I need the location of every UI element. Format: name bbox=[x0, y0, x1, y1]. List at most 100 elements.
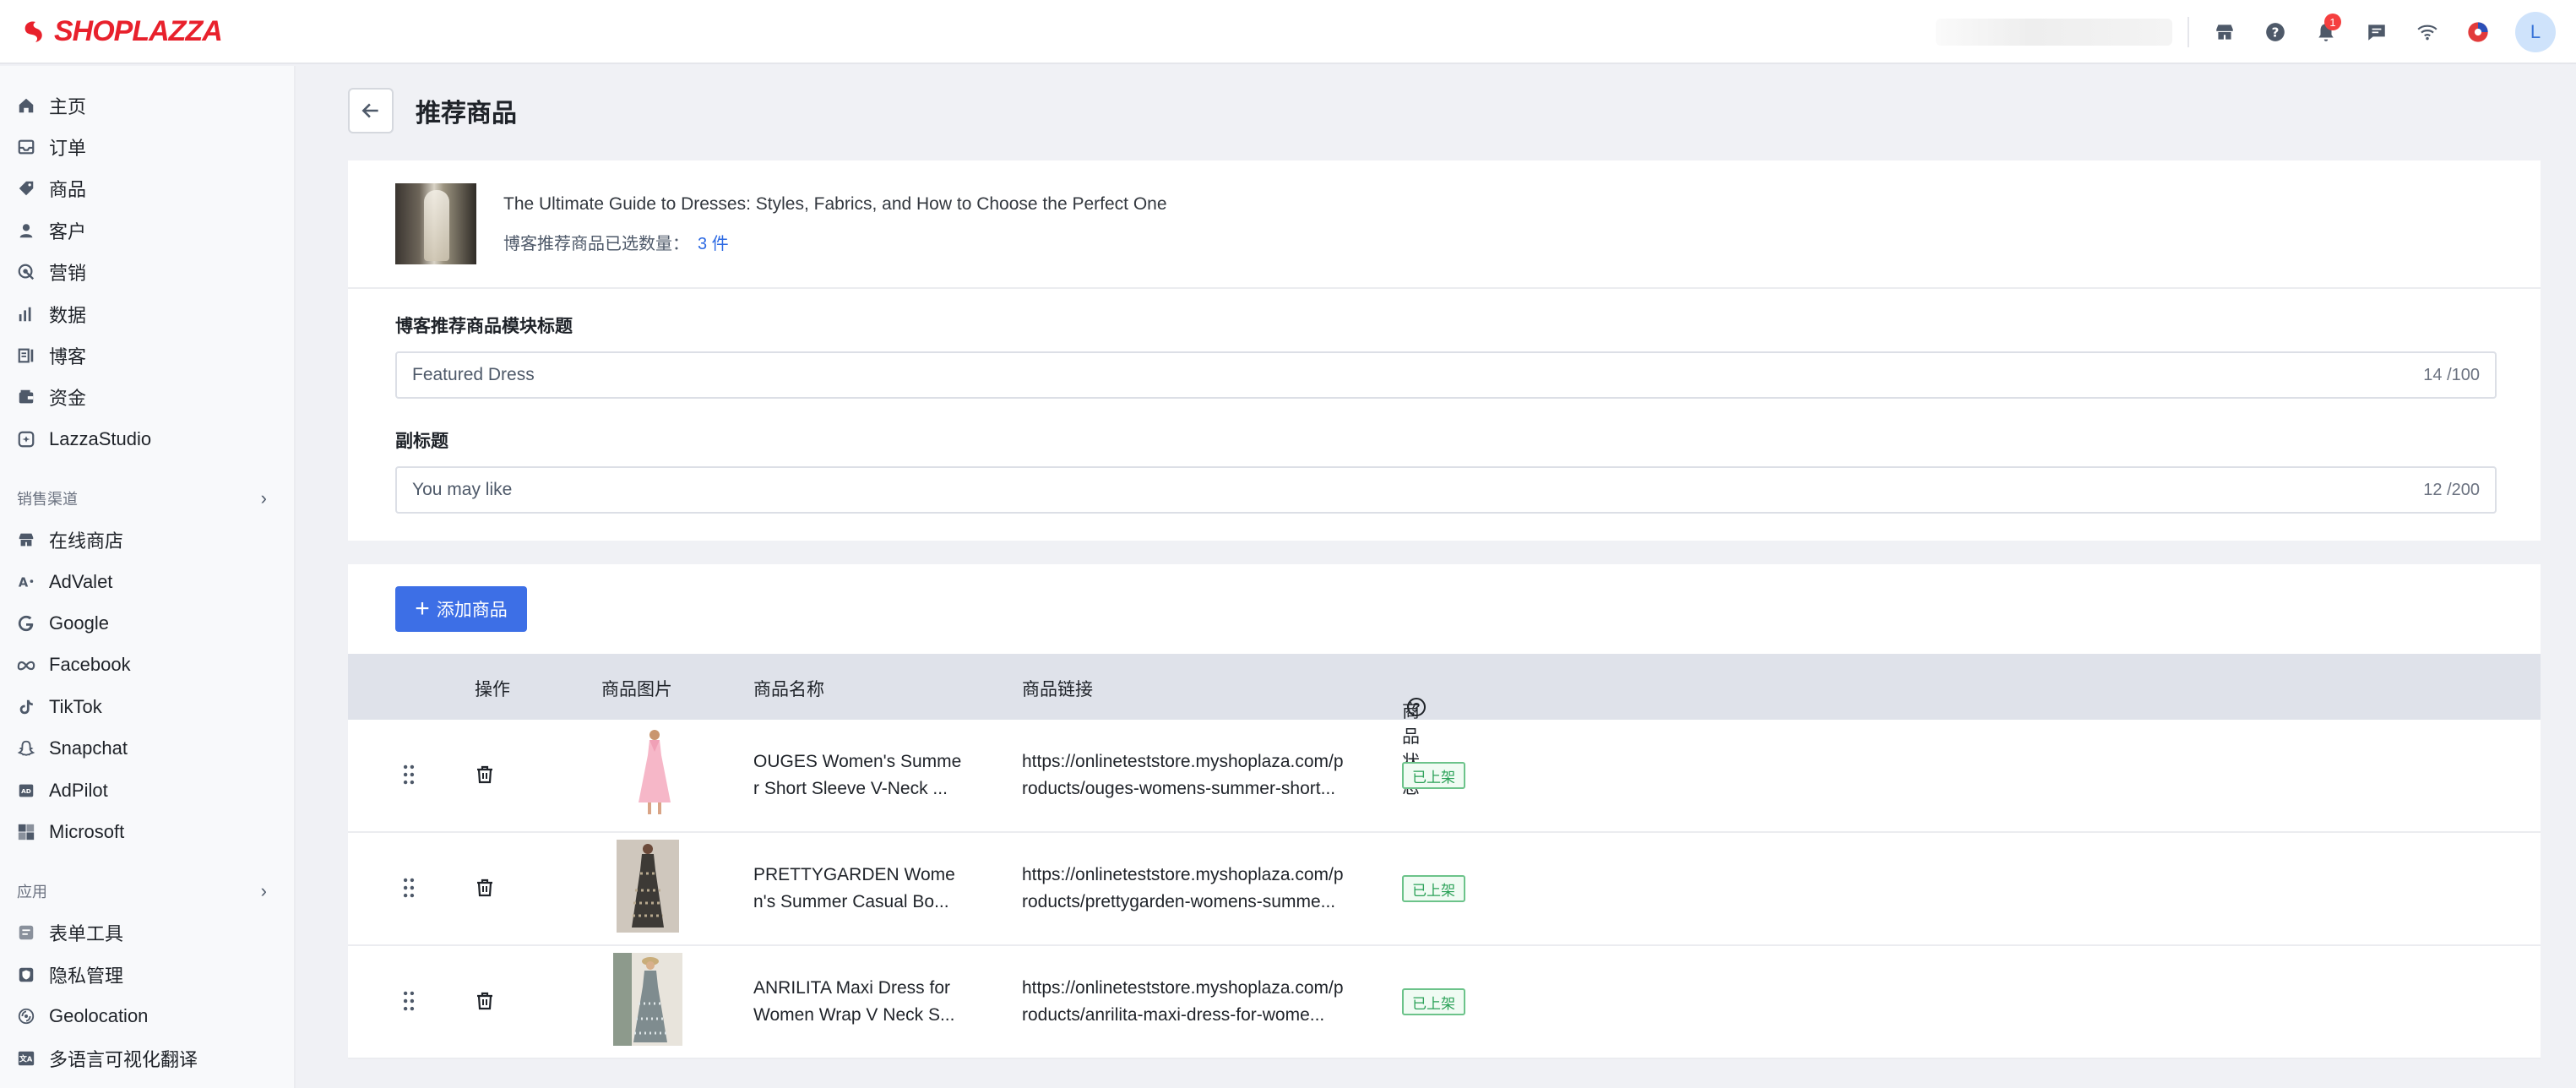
selected-count-label: 博客推荐商品已选数量： bbox=[503, 234, 689, 253]
sidebar-item-marketing[interactable]: 营销 bbox=[0, 252, 294, 293]
wallet-icon bbox=[15, 386, 37, 408]
product-name-line: OUGES Women's Summe bbox=[753, 752, 962, 771]
snapchat-icon bbox=[15, 737, 37, 759]
sidebar-item-home[interactable]: 主页 bbox=[0, 84, 294, 126]
microsoft-icon bbox=[15, 821, 37, 843]
avatar[interactable]: L bbox=[2515, 12, 2556, 52]
sidebar-item-form-tool[interactable]: 表单工具 bbox=[0, 912, 294, 954]
sidebar-item-tiktok[interactable]: TikTok bbox=[0, 686, 294, 727]
shoplazza-logo[interactable]: SHOPLAZZA bbox=[22, 14, 223, 48]
apps-section[interactable]: 应用 › bbox=[0, 870, 294, 912]
sidebar-item-label: LazzaStudio bbox=[49, 427, 152, 449]
sidebar-item-label: 营销 bbox=[49, 263, 87, 285]
sidebar-item-label: 博客 bbox=[49, 346, 87, 368]
header-name: 商品名称 bbox=[753, 680, 824, 699]
trash-icon[interactable] bbox=[475, 764, 495, 790]
blog-summary: The Ultimate Guide to Dresses: Styles, F… bbox=[348, 160, 2541, 289]
add-product-button[interactable]: + 添加商品 bbox=[395, 586, 527, 632]
blog-thumbnail bbox=[395, 183, 476, 264]
page-title: 推荐商品 bbox=[416, 100, 517, 128]
sidebar-item-microsoft[interactable]: Microsoft bbox=[0, 811, 294, 852]
user-icon bbox=[15, 220, 37, 242]
trash-icon[interactable] bbox=[475, 990, 495, 1016]
svg-text:A: A bbox=[27, 1054, 33, 1063]
selected-count-row: 博客推荐商品已选数量： 3 件 bbox=[503, 230, 1167, 254]
sidebar-item-snapchat[interactable]: Snapchat bbox=[0, 727, 294, 769]
product-name[interactable]: OUGES Women's Summe r Short Sleeve V-Nec… bbox=[753, 748, 981, 802]
sidebar-item-label: 数据 bbox=[49, 304, 87, 326]
sidebar-item-google[interactable]: Google bbox=[0, 602, 294, 644]
sidebar-item-label: Google bbox=[49, 612, 109, 634]
product-name-line: r Short Sleeve V-Neck ... bbox=[753, 779, 948, 798]
chevron-right-icon[interactable]: › bbox=[261, 880, 267, 902]
sidebar-item-geolocation[interactable]: Geolocation bbox=[0, 995, 294, 1036]
header-link: 商品链接 bbox=[1022, 680, 1093, 699]
selected-count-value[interactable]: 3 件 bbox=[698, 235, 729, 253]
drag-handle-icon[interactable] bbox=[402, 764, 416, 790]
wifi-icon[interactable] bbox=[2402, 7, 2453, 57]
sidebar-item-translate[interactable]: 文A 多语言可视化翻译 bbox=[0, 1037, 294, 1079]
drag-handle-icon[interactable] bbox=[402, 990, 416, 1016]
sidebar-item-data[interactable]: 数据 bbox=[0, 293, 294, 335]
sidebar-item-products[interactable]: 商品 bbox=[0, 168, 294, 209]
sidebar-item-facebook[interactable]: Facebook bbox=[0, 645, 294, 686]
studio-icon bbox=[15, 428, 37, 450]
sidebar-item-adpilot[interactable]: AD AdPilot bbox=[0, 770, 294, 811]
back-button[interactable] bbox=[348, 88, 394, 133]
subtitle-value: You may like bbox=[412, 480, 513, 499]
sidebar-item-online-store[interactable]: 在线商店 bbox=[0, 520, 294, 561]
sidebar-item-lazzastudio[interactable]: LazzaStudio bbox=[0, 418, 294, 460]
sales-channels-section[interactable]: 销售渠道 › bbox=[0, 477, 294, 520]
store-selector[interactable] bbox=[1936, 19, 2172, 46]
help-icon[interactable]: ? bbox=[1407, 698, 1426, 716]
sync-icon[interactable] bbox=[2453, 7, 2503, 57]
product-name[interactable]: PRETTYGARDEN Wome n's Summer Casual Bo..… bbox=[753, 862, 981, 916]
subtitle-counter: 12 /200 bbox=[2423, 480, 2480, 499]
add-product-label: 添加商品 bbox=[436, 601, 508, 620]
product-name-line: PRETTYGARDEN Wome bbox=[753, 865, 955, 884]
page-header: 推荐商品 bbox=[348, 88, 517, 133]
module-title-input[interactable]: Featured Dress 14 /100 bbox=[395, 351, 2497, 399]
product-link-line: https://onlineteststore.myshoplaza.com/p bbox=[1022, 865, 1344, 884]
product-link[interactable]: https://onlineteststore.myshoplaza.com/p… bbox=[1022, 748, 1378, 802]
sidebar-item-orders[interactable]: 订单 bbox=[0, 126, 294, 167]
brand-name: SHOPLAZZA bbox=[54, 14, 223, 47]
sidebar-item-finance[interactable]: 资金 bbox=[0, 377, 294, 418]
header-action: 操作 bbox=[475, 680, 510, 699]
table-row: OUGES Women's Summe r Short Sleeve V-Nec… bbox=[348, 720, 2541, 833]
sidebar-item-label: AdPilot bbox=[49, 779, 108, 801]
table-row: PRETTYGARDEN Wome n's Summer Casual Bo..… bbox=[348, 833, 2541, 946]
divider bbox=[2187, 17, 2189, 47]
module-title-value: Featured Dress bbox=[412, 365, 535, 384]
sidebar-item-blog[interactable]: 博客 bbox=[0, 335, 294, 376]
help-icon[interactable]: ? bbox=[2250, 7, 2301, 57]
table-row: ANRILITA Maxi Dress for Women Wrap V Nec… bbox=[348, 946, 2541, 1059]
sidebar-item-label: Microsoft bbox=[49, 820, 125, 842]
section-label: 销售渠道 bbox=[17, 490, 78, 508]
sidebar-item-label: Snapchat bbox=[49, 737, 128, 759]
message-icon[interactable] bbox=[2351, 7, 2402, 57]
store-icon bbox=[15, 529, 37, 551]
svg-text:?: ? bbox=[2272, 24, 2280, 40]
product-name-line: Women Wrap V Neck S... bbox=[753, 1005, 955, 1025]
sidebar-item-customers[interactable]: 客户 bbox=[0, 209, 294, 251]
tiktok-icon bbox=[15, 696, 37, 718]
sidebar-item-label: Facebook bbox=[49, 654, 131, 676]
subtitle-input[interactable]: You may like 12 /200 bbox=[395, 466, 2497, 514]
chevron-right-icon[interactable]: › bbox=[261, 487, 267, 509]
module-title-counter: 14 /100 bbox=[2423, 365, 2480, 384]
product-link[interactable]: https://onlineteststore.myshoplaza.com/p… bbox=[1022, 862, 1378, 916]
tag-icon bbox=[15, 177, 37, 199]
product-link[interactable]: https://onlineteststore.myshoplaza.com/p… bbox=[1022, 975, 1378, 1029]
section-label: 应用 bbox=[17, 883, 47, 900]
product-name-line: ANRILITA Maxi Dress for bbox=[753, 978, 950, 998]
bell-icon[interactable]: 1 bbox=[2301, 7, 2351, 57]
products-card: + 添加商品 操作 商品图片 商品名称 商品链接 商品状态? OUGES bbox=[348, 564, 2541, 1059]
drag-handle-icon[interactable] bbox=[402, 877, 416, 903]
bar-chart-icon bbox=[15, 303, 37, 325]
sidebar-item-privacy[interactable]: 隐私管理 bbox=[0, 954, 294, 995]
trash-icon[interactable] bbox=[475, 877, 495, 903]
product-name[interactable]: ANRILITA Maxi Dress for Women Wrap V Nec… bbox=[753, 975, 981, 1029]
sidebar-item-advalet[interactable]: A AdValet bbox=[0, 561, 294, 602]
store-icon[interactable] bbox=[2199, 7, 2250, 57]
